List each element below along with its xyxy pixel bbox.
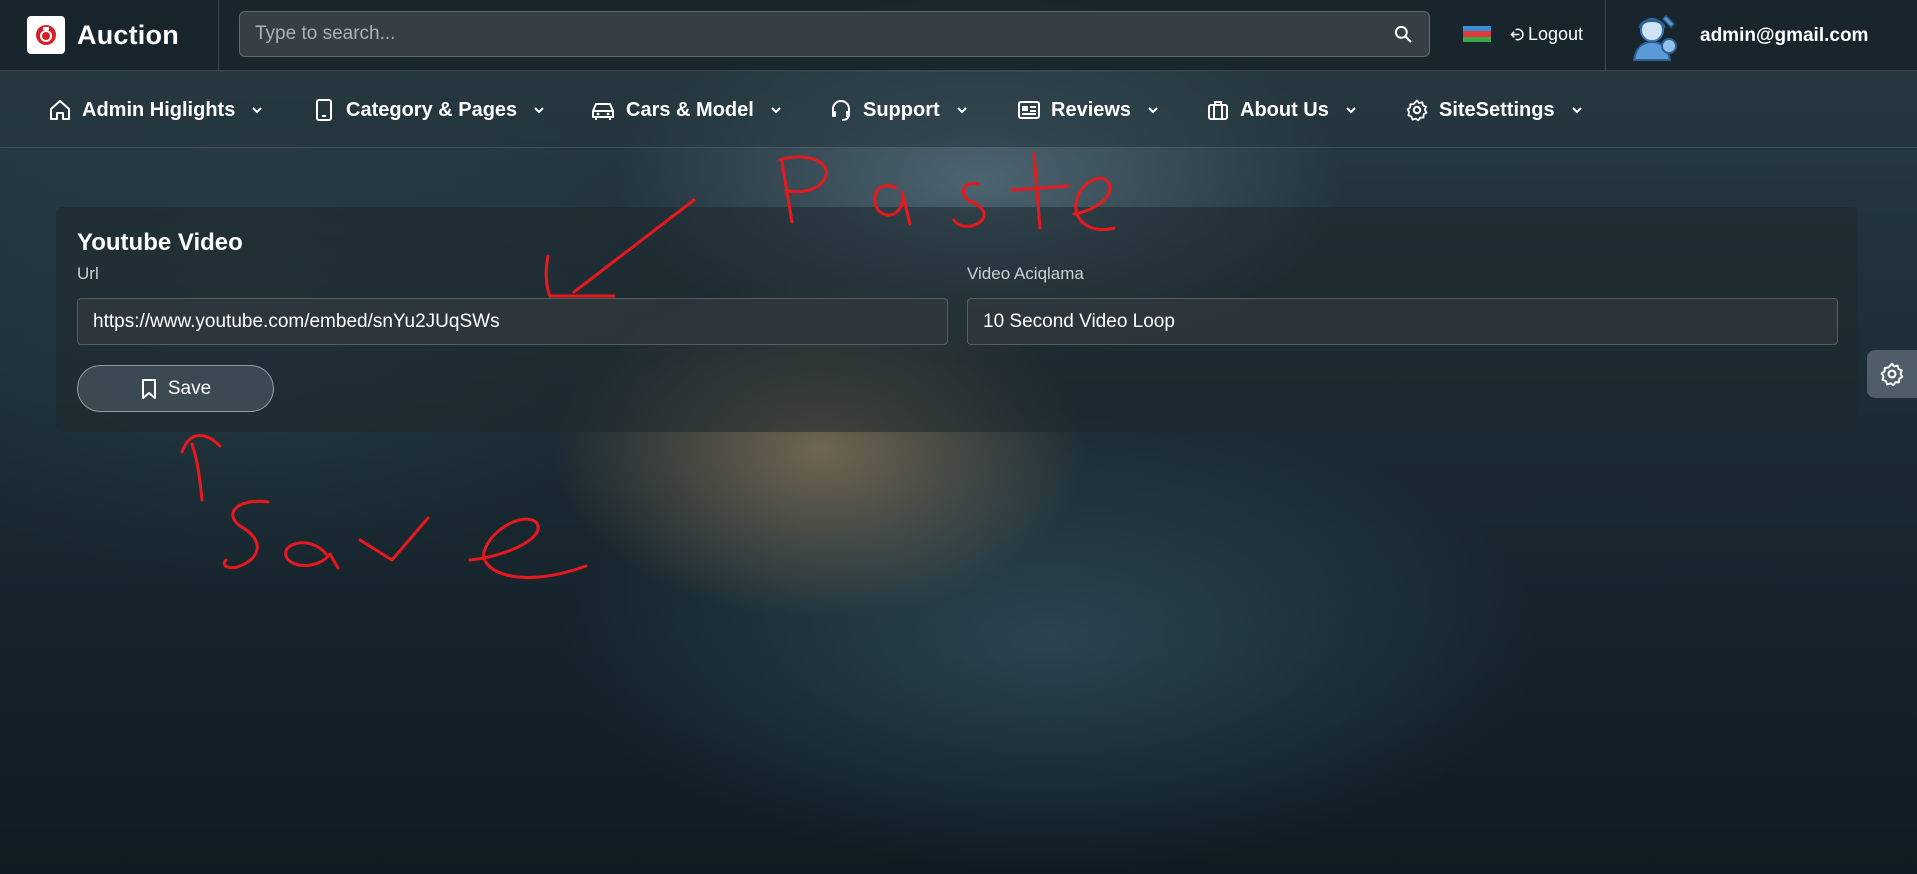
- azerbaijan-flag-icon[interactable]: [1463, 26, 1491, 42]
- home-icon: [50, 100, 70, 120]
- search-button[interactable]: [1377, 12, 1429, 56]
- nav-item-support[interactable]: Support: [829, 72, 968, 148]
- briefcase-icon: [1208, 101, 1228, 120]
- chevron-down-icon: [771, 107, 781, 114]
- annotation-save-arrow: [180, 434, 222, 502]
- tablet-icon: [316, 99, 332, 121]
- search-icon: [1394, 25, 1412, 43]
- annotation-save-word: [222, 499, 588, 579]
- chevron-down-icon: [252, 107, 263, 114]
- video-description-input[interactable]: [967, 298, 1838, 345]
- user-email: admin@gmail.com: [1700, 24, 1869, 46]
- search-input[interactable]: [240, 12, 1377, 56]
- headset-icon: [832, 100, 850, 121]
- nav-label: Cars & Model: [626, 98, 754, 121]
- save-button[interactable]: Save: [77, 365, 274, 412]
- nav-item-admin-highlights[interactable]: Admin Higlights: [48, 72, 263, 148]
- chevron-down-icon: [1571, 107, 1582, 114]
- gear-icon: [1880, 362, 1904, 387]
- newspaper-icon: [1018, 101, 1040, 119]
- admin-avatar-icon: [1632, 14, 1677, 61]
- nav-label: Category & Pages: [346, 98, 518, 121]
- brand-name: Auction: [77, 19, 179, 50]
- nav-label: About Us: [1240, 98, 1329, 121]
- nav-item-site-settings[interactable]: SiteSettings: [1405, 72, 1583, 148]
- nav-item-cars-model[interactable]: Cars & Model: [590, 72, 782, 148]
- chevron-down-icon: [534, 107, 544, 114]
- logout-label: Logout: [1528, 23, 1584, 44]
- top-header: Auction Logout admin@gmail: [0, 0, 1917, 71]
- nav-label: SiteSettings: [1439, 98, 1555, 121]
- gear-icon: [1406, 99, 1428, 122]
- car-icon: [592, 103, 614, 120]
- chevron-down-icon: [956, 107, 967, 114]
- bookmark-icon: [141, 378, 156, 399]
- card-title: Youtube Video: [77, 229, 243, 256]
- youtube-video-card: Youtube Video Url Video Aciqlama Save: [56, 207, 1858, 432]
- nav-label: Admin Higlights: [82, 98, 236, 121]
- logout-button[interactable]: Logout: [1510, 22, 1583, 46]
- nav-label: Reviews: [1051, 98, 1132, 121]
- nav-item-category-pages[interactable]: Category & Pages: [312, 72, 545, 148]
- nav-item-about-us[interactable]: About Us: [1206, 72, 1357, 148]
- video-description-label: Video Aciqlama: [967, 264, 1084, 283]
- search-bar: [239, 11, 1430, 57]
- user-menu[interactable]: admin@gmail.com: [1605, 0, 1917, 71]
- url-label: Url: [77, 264, 99, 283]
- chevron-down-icon: [1346, 107, 1356, 114]
- url-input[interactable]: [77, 298, 948, 345]
- save-button-label: Save: [167, 377, 212, 399]
- main-nav: Admin Higlights Category & Pages Cars & …: [0, 72, 1917, 148]
- settings-toggle-button[interactable]: [1867, 350, 1917, 398]
- nav-item-reviews[interactable]: Reviews: [1017, 72, 1159, 148]
- nav-label: Support: [863, 98, 940, 121]
- chevron-down-icon: [1148, 107, 1158, 114]
- brand[interactable]: Auction: [0, 0, 219, 71]
- brand-logo-icon: [27, 16, 65, 54]
- logout-icon: [1510, 28, 1524, 40]
